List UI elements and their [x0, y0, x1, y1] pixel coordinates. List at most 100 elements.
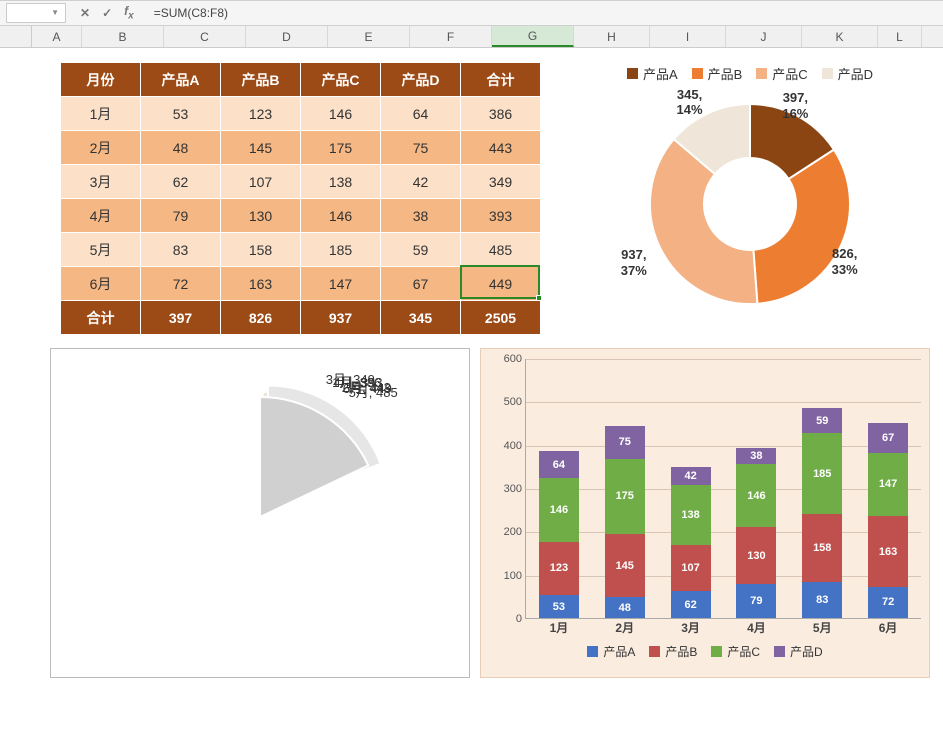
- table-cell[interactable]: 3月: [61, 165, 141, 199]
- table-cell[interactable]: 53: [141, 97, 221, 131]
- stacked-bar-chart[interactable]: 010020030040050060064146123531月751751454…: [480, 348, 930, 678]
- bar-column[interactable]: 42138107623月: [671, 467, 711, 618]
- table-header[interactable]: 产品A: [141, 63, 221, 97]
- col-header-H[interactable]: H: [574, 26, 650, 47]
- table-cell[interactable]: 123: [221, 97, 301, 131]
- confirm-icon[interactable]: ✓: [102, 6, 112, 20]
- table-cell[interactable]: 145: [221, 131, 301, 165]
- legend-item: 产品A: [627, 64, 678, 83]
- fx-icon[interactable]: fx: [124, 4, 134, 21]
- table-cell[interactable]: 349: [461, 165, 541, 199]
- col-header-I[interactable]: I: [650, 26, 726, 47]
- bar-segment: 64: [539, 451, 579, 479]
- table-header[interactable]: 产品D: [381, 63, 461, 97]
- table-cell[interactable]: 5月: [61, 233, 141, 267]
- table-cell[interactable]: 75: [381, 131, 461, 165]
- col-header-L[interactable]: L: [878, 26, 922, 47]
- x-tick: 6月: [868, 619, 908, 636]
- bar-column[interactable]: 38146130794月: [736, 448, 776, 618]
- table-cell[interactable]: 386: [461, 97, 541, 131]
- formula-input[interactable]: =SUM(C8:F8): [148, 6, 943, 20]
- table-row: 4月7913014638393: [61, 199, 541, 233]
- col-header-K[interactable]: K: [802, 26, 878, 47]
- col-header-C[interactable]: C: [164, 26, 246, 47]
- table-cell[interactable]: 38: [381, 199, 461, 233]
- table-cell[interactable]: 163: [221, 267, 301, 301]
- bar-column[interactable]: 75175145482月: [605, 426, 645, 618]
- table-header[interactable]: 产品B: [221, 63, 301, 97]
- table-cell[interactable]: 42: [381, 165, 461, 199]
- bar-segment: 75: [605, 426, 645, 459]
- table-header[interactable]: 合计: [461, 63, 541, 97]
- col-header-F[interactable]: F: [410, 26, 492, 47]
- table-cell[interactable]: 62: [141, 165, 221, 199]
- bar-segment: 48: [605, 597, 645, 618]
- table-cell[interactable]: 64: [381, 97, 461, 131]
- pie-chart[interactable]: 1月, 3862月, 4433月, 3494月, 3935月, 4856月, 4…: [50, 348, 470, 678]
- table-cell[interactable]: 59: [381, 233, 461, 267]
- table-cell[interactable]: 175: [301, 131, 381, 165]
- select-all-corner[interactable]: [0, 26, 32, 47]
- col-header-E[interactable]: E: [328, 26, 410, 47]
- table-cell[interactable]: 67: [381, 267, 461, 301]
- table-cell[interactable]: 83: [141, 233, 221, 267]
- table-cell[interactable]: 79: [141, 199, 221, 233]
- table-footer-cell[interactable]: 合计: [61, 301, 141, 335]
- table-cell[interactable]: 185: [301, 233, 381, 267]
- name-box[interactable]: ▼: [6, 3, 66, 23]
- table-cell[interactable]: 443: [461, 131, 541, 165]
- table-cell[interactable]: 4月: [61, 199, 141, 233]
- bar-segment: 79: [736, 584, 776, 618]
- table-cell[interactable]: 138: [301, 165, 381, 199]
- table-cell[interactable]: 485: [461, 233, 541, 267]
- table-cell[interactable]: 146: [301, 199, 381, 233]
- pie-slice[interactable]: [260, 397, 368, 517]
- col-header-A[interactable]: A: [32, 26, 82, 47]
- donut-slice[interactable]: [753, 150, 850, 304]
- y-tick: 600: [492, 353, 522, 365]
- table-cell[interactable]: 449: [461, 267, 541, 301]
- table-cell[interactable]: 2月: [61, 131, 141, 165]
- x-tick: 1月: [539, 619, 579, 636]
- table-cell[interactable]: 48: [141, 131, 221, 165]
- table-cell[interactable]: 393: [461, 199, 541, 233]
- y-tick: 200: [492, 526, 522, 538]
- table-cell[interactable]: 158: [221, 233, 301, 267]
- x-tick: 4月: [736, 619, 776, 636]
- table-footer-cell[interactable]: 345: [381, 301, 461, 335]
- col-header-D[interactable]: D: [246, 26, 328, 47]
- cancel-icon[interactable]: ✕: [80, 6, 90, 20]
- table-cell[interactable]: 6月: [61, 267, 141, 301]
- table-footer-cell[interactable]: 2505: [461, 301, 541, 335]
- table-header[interactable]: 月份: [61, 63, 141, 97]
- legend-item: 产品B: [649, 643, 697, 660]
- bar-column[interactable]: 64146123531月: [539, 451, 579, 618]
- y-tick: 400: [492, 440, 522, 452]
- col-header-G[interactable]: G: [492, 26, 574, 47]
- x-tick: 2月: [605, 619, 645, 636]
- bar-segment: 146: [736, 464, 776, 527]
- table-row: 5月8315818559485: [61, 233, 541, 267]
- donut-chart[interactable]: 产品A产品B产品C产品D 397,16%826,33%937,37%345,14…: [570, 58, 930, 338]
- table-header[interactable]: 产品C: [301, 63, 381, 97]
- table-footer-cell[interactable]: 397: [141, 301, 221, 335]
- table-cell[interactable]: 146: [301, 97, 381, 131]
- pie-label: 6月, 449: [343, 378, 392, 397]
- y-tick: 100: [492, 570, 522, 582]
- table-cell[interactable]: 107: [221, 165, 301, 199]
- table-cell[interactable]: 147: [301, 267, 381, 301]
- bar-column[interactable]: 59185158835月: [802, 408, 842, 618]
- col-header-J[interactable]: J: [726, 26, 802, 47]
- table-cell[interactable]: 130: [221, 199, 301, 233]
- donut-legend: 产品A产品B产品C产品D: [570, 58, 930, 89]
- table-cell[interactable]: 72: [141, 267, 221, 301]
- col-header-B[interactable]: B: [82, 26, 164, 47]
- data-table: 月份产品A产品B产品C产品D合计 1月53123146643862月481451…: [60, 62, 541, 335]
- table-footer-cell[interactable]: 826: [221, 301, 301, 335]
- chevron-down-icon: ▼: [51, 4, 59, 22]
- bar-segment: 59: [802, 408, 842, 434]
- legend-item: 产品B: [692, 64, 743, 83]
- table-cell[interactable]: 1月: [61, 97, 141, 131]
- table-footer-cell[interactable]: 937: [301, 301, 381, 335]
- bar-column[interactable]: 67147163726月: [868, 423, 908, 618]
